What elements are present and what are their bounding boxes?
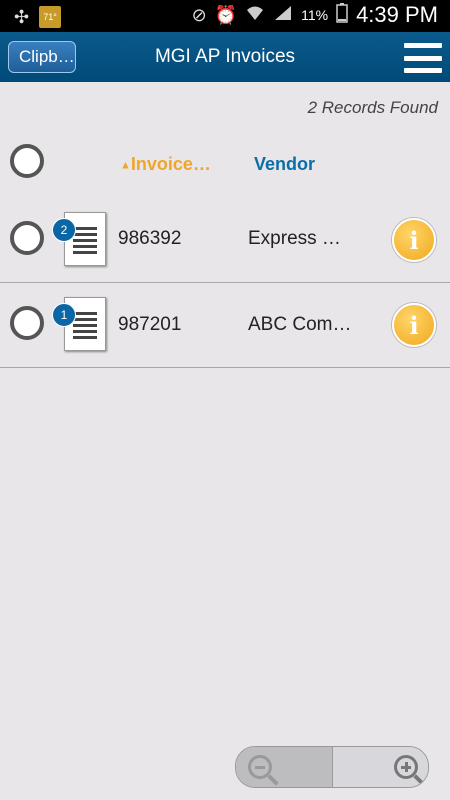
nav-bar: Clipb… MGI AP Invoices bbox=[0, 32, 450, 82]
mute-icon: ⊘ bbox=[191, 4, 207, 25]
column-header-invoice-label: Invoice… bbox=[130, 154, 211, 174]
select-all-radio[interactable] bbox=[10, 144, 44, 178]
menu-icon[interactable] bbox=[404, 43, 442, 73]
page-title: MGI AP Invoices bbox=[154, 46, 296, 67]
zoom-out-icon bbox=[248, 755, 272, 779]
table-header: ▲Invoice… Vendor bbox=[0, 140, 450, 188]
zoom-in-button[interactable] bbox=[332, 747, 428, 787]
info-icon[interactable]: i bbox=[392, 303, 436, 347]
battery-icon bbox=[336, 2, 348, 28]
clock: 4:39 PM bbox=[356, 2, 438, 27]
weather-icon: 71° bbox=[39, 6, 62, 28]
info-icon[interactable]: i bbox=[392, 218, 436, 262]
invoice-number: 987201 bbox=[118, 314, 182, 335]
records-count: 2 Records Found bbox=[307, 98, 438, 117]
signal-icon bbox=[273, 4, 293, 27]
battery-percent: 11% bbox=[301, 7, 329, 23]
row-select-radio[interactable] bbox=[10, 221, 44, 255]
attachment-count-badge: 2 bbox=[52, 218, 76, 242]
vendor-name: Express … bbox=[248, 228, 341, 249]
wifi-icon bbox=[245, 4, 265, 27]
network-icon: ✣ bbox=[14, 6, 30, 27]
zoom-control bbox=[235, 746, 429, 788]
column-header-vendor[interactable]: Vendor bbox=[254, 154, 315, 175]
table-row[interactable]: 1 987201 ABC Com… i bbox=[0, 283, 450, 368]
status-bar: ✣ 71° ⊘ ⏰ 11% 4:39 PM bbox=[0, 0, 450, 32]
vendor-name: ABC Com… bbox=[248, 314, 352, 335]
zoom-out-button[interactable] bbox=[236, 747, 332, 787]
column-header-invoice[interactable]: ▲Invoice… bbox=[120, 154, 211, 175]
table-row[interactable]: 2 986392 Express … i bbox=[0, 198, 450, 283]
zoom-in-icon bbox=[394, 755, 418, 779]
alarm-icon: ⏰ bbox=[214, 4, 238, 25]
attachment-count-badge: 1 bbox=[52, 303, 76, 327]
row-select-radio[interactable] bbox=[10, 306, 44, 340]
sort-ascending-icon: ▲ bbox=[120, 159, 131, 172]
invoice-number: 986392 bbox=[118, 228, 182, 249]
